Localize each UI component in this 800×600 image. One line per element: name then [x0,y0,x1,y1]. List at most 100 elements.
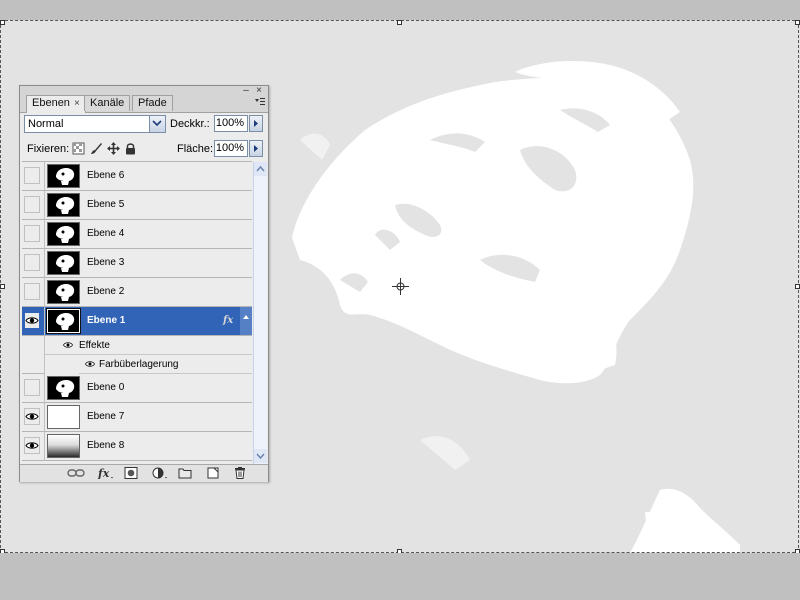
fill-label: Fläche: [177,143,214,155]
transform-handle-top-center[interactable] [397,20,402,25]
layer-name: Ebene 7 [87,411,125,422]
visibility-toggle[interactable] [24,283,40,300]
opacity-label: Deckkr.: [170,118,210,130]
layer-thumbnail [47,193,80,217]
lock-transparency-icon[interactable] [72,142,85,155]
lock-pixels-brush-icon[interactable] [90,142,103,155]
visibility-toggle[interactable] [24,408,40,425]
layer-list: Ebene 6 Ebene 5 Ebene 4 Ebene 3 Ebene 2 … [22,161,252,465]
tab-label: Kanäle [90,97,125,109]
visibility-toggle[interactable] [24,312,40,329]
tab-kanaele[interactable]: Kanäle [84,95,131,111]
transform-handle-middle-left[interactable] [0,284,5,289]
scroll-down-button[interactable] [254,449,267,463]
eye-icon [25,317,39,324]
visibility-toggle[interactable] [24,437,40,454]
transform-handle-bottom-right[interactable] [795,549,800,553]
chevron-up-icon [256,165,265,172]
eye-icon [25,442,39,449]
eye-icon[interactable] [63,341,73,349]
opacity-slider-button[interactable] [249,115,263,132]
add-mask-icon[interactable] [124,467,138,479]
layer-thumbnail [47,434,80,458]
layer-thumbnail [47,405,80,429]
layer-thumbnail [47,164,80,188]
layer-name: Ebene 5 [87,199,125,210]
visibility-toggle[interactable] [24,196,40,213]
row-divider [44,220,45,248]
adjustment-layer-icon[interactable] [152,467,170,479]
visibility-toggle[interactable] [24,254,40,271]
eye-icon[interactable] [85,360,95,368]
transform-handle-top-right[interactable] [795,20,800,25]
layer-row-ebene-3[interactable]: Ebene 3 [22,249,252,278]
effect-item-row[interactable]: Farbüberlagerung [79,355,252,374]
link-layers-icon[interactable] [67,467,85,479]
svg-text:fx: fx [97,467,110,479]
effects-collapse-button[interactable] [240,307,252,335]
layer-row-ebene-5[interactable]: Ebene 5 [22,191,252,220]
row-divider [44,432,45,460]
effects-label: Effekte [79,340,110,351]
fx-icon[interactable]: fx [223,315,233,326]
chevron-down-icon[interactable] [149,116,165,132]
chevron-up-icon [243,315,249,319]
fill-slider-button[interactable] [249,140,263,157]
row-divider [44,191,45,219]
visibility-toggle[interactable] [24,379,40,396]
opacity-input[interactable]: 100% [214,115,248,132]
layer-style-fx-icon[interactable]: fx [97,467,115,479]
visibility-toggle[interactable] [24,167,40,184]
fill-input[interactable]: 100% [214,140,248,157]
layer-row-ebene-2[interactable]: Ebene 2 [22,278,252,307]
new-group-folder-icon[interactable] [178,467,192,479]
layer-thumbnail [46,308,81,334]
tab-ebenen[interactable]: Ebenen × [26,95,86,113]
tab-pfade[interactable]: Pfade [132,95,173,111]
tab-close-icon[interactable]: × [74,98,80,109]
blend-mode-value: Normal [28,118,64,130]
layer-name: Ebene 4 [87,228,125,239]
transform-handle-bottom-left[interactable] [0,549,5,553]
transform-handle-top-left[interactable] [0,20,5,25]
row-divider [44,336,45,374]
layer-row-ebene-1[interactable]: Ebene 1 fx [22,307,252,336]
layer-list-scrollbar[interactable] [253,162,267,464]
layers-panel: – × Ebenen × Kanäle Pfade Normal Deckkr.:… [19,85,269,482]
blend-mode-select[interactable]: Normal [24,115,166,133]
layer-thumbnail [47,376,80,400]
effects-group-row[interactable]: Effekte [45,336,252,355]
layer-row-ebene-8[interactable]: Ebene 8 [22,432,252,461]
chevron-down-icon [256,453,265,460]
new-layer-icon[interactable] [206,467,220,479]
row-divider [44,307,45,335]
row-divider [44,374,45,402]
delete-layer-trash-icon[interactable] [233,467,247,479]
layer-name: Ebene 6 [87,170,125,181]
layer-name: Ebene 8 [87,440,125,451]
lock-label: Fixieren: [27,143,70,155]
panel-tabs: Ebenen × Kanäle Pfade [20,94,268,113]
layer-thumbnail [47,222,80,246]
lock-all-icon[interactable] [124,142,137,155]
layer-row-ebene-4[interactable]: Ebene 4 [22,220,252,249]
layer-row-ebene-7[interactable]: Ebene 7 [22,403,252,432]
effects-indent [22,336,45,374]
layer-row-ebene-6[interactable]: Ebene 6 [22,162,252,191]
panel-menu-icon[interactable] [255,97,265,107]
layer-name: Ebene 1 [87,315,126,326]
panel-bottom-toolbar: fx [20,464,268,482]
row-divider [44,403,45,431]
layer-name: Ebene 2 [87,286,125,297]
scroll-up-button[interactable] [254,162,267,176]
visibility-toggle[interactable] [24,225,40,242]
layer-row-ebene-0[interactable]: Ebene 0 [22,374,252,403]
layer-name: Ebene 3 [87,257,125,268]
row-divider [44,278,45,306]
row-divider [44,249,45,277]
transform-handle-bottom-center[interactable] [397,549,402,553]
transform-handle-middle-right[interactable] [795,284,800,289]
transform-center-icon[interactable] [392,278,409,295]
tab-label: Ebenen [32,97,70,109]
lock-position-move-icon[interactable] [107,142,120,155]
